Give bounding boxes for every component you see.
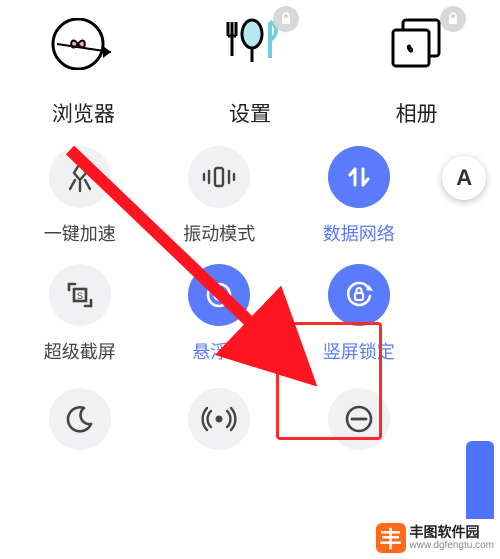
tile-do-not-disturb[interactable]: [300, 388, 418, 450]
watermark: 丰 丰图软件园 www.dgfengtu.com: [376, 523, 495, 553]
app-label: 浏览器: [52, 98, 115, 128]
watermark-title: 丰图软件园: [410, 525, 495, 540]
tile-float-ball[interactable]: 悬浮球: [160, 264, 278, 364]
quick-tiles-row-1: 一键加速 振动模式 数据网络 A: [0, 146, 500, 246]
tile-label: 数据网络: [323, 220, 395, 246]
target-icon: [188, 264, 250, 326]
apps-row: 浏览器 设置 相册: [0, 0, 500, 128]
app-gallery[interactable]: 相册: [342, 12, 492, 128]
tile-boost[interactable]: 一键加速: [21, 146, 139, 246]
moon-icon: [49, 388, 111, 450]
lock-icon: [273, 6, 299, 32]
broadcast-icon: [188, 388, 250, 450]
quick-tiles-row-2: S 超级截屏 悬浮球 竖屏锁定: [0, 264, 500, 364]
quick-tiles-row-3: [0, 388, 500, 450]
tile-mobile-data[interactable]: 数据网络: [300, 146, 418, 246]
data-arrows-icon: [328, 146, 390, 208]
watermark-url: www.dgfengtu.com: [410, 540, 495, 551]
tile-label: 一键加速: [44, 220, 116, 246]
tile-night-mode[interactable]: [21, 388, 139, 450]
tile-hotspot[interactable]: [160, 388, 278, 450]
svg-text:S: S: [77, 291, 83, 301]
app-browser[interactable]: 浏览器: [8, 12, 158, 128]
browser-icon: [51, 12, 115, 76]
font-size-column: A: [439, 146, 489, 200]
tile-label: 竖屏锁定: [323, 338, 395, 364]
app-label: 设置: [229, 98, 271, 128]
tile-label: 超级截屏: [44, 338, 116, 364]
watermark-logo: 丰: [376, 523, 406, 553]
dnd-icon: [328, 388, 390, 450]
app-label: 相册: [396, 98, 438, 128]
scroll-indicator: [466, 441, 494, 519]
font-size-button[interactable]: A: [442, 156, 486, 200]
vibrate-icon: [188, 146, 250, 208]
tile-super-screenshot[interactable]: S 超级截屏: [21, 264, 139, 364]
tile-orientation-lock[interactable]: 竖屏锁定: [300, 264, 418, 364]
lock-icon: [440, 6, 466, 32]
photos-icon: [385, 12, 449, 76]
orientation-lock-icon: [328, 264, 390, 326]
tile-label: 振动模式: [183, 220, 255, 246]
tile-label: 悬浮球: [192, 338, 246, 364]
app-settings[interactable]: 设置: [175, 12, 325, 128]
font-size-label: A: [456, 165, 472, 191]
tile-vibrate[interactable]: 振动模式: [160, 146, 278, 246]
screenshot-icon: S: [49, 264, 111, 326]
rocket-icon: [49, 146, 111, 208]
